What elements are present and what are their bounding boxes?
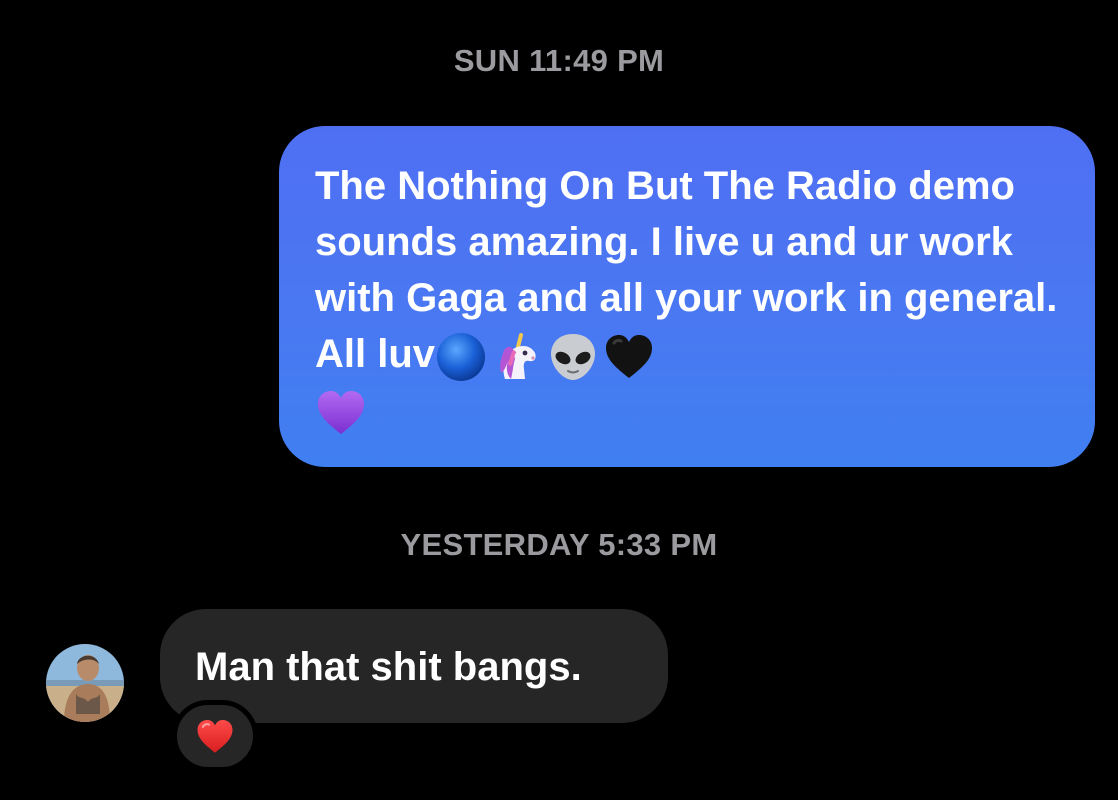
- black-heart-icon: [603, 331, 659, 378]
- unicorn-icon: [491, 331, 547, 379]
- purple-heart-icon: [315, 387, 371, 434]
- outgoing-message-text: The Nothing On But The Radio demo sounds…: [315, 164, 1058, 376]
- incoming-message-text: Man that shit bangs.: [195, 645, 582, 689]
- blue-circle-icon: [435, 331, 491, 381]
- red-heart-icon: [197, 720, 233, 753]
- sender-avatar[interactable]: [46, 644, 124, 722]
- timestamp-sunday: SUN 11:49 PM: [453, 43, 665, 78]
- avatar-photo: [46, 644, 124, 722]
- outgoing-message-bubble[interactable]: The Nothing On But The Radio demo sounds…: [279, 126, 1095, 467]
- message-reaction[interactable]: [172, 700, 258, 772]
- timestamp-yesterday: YESTERDAY 5:33 PM: [400, 527, 718, 562]
- alien-icon: [547, 331, 603, 380]
